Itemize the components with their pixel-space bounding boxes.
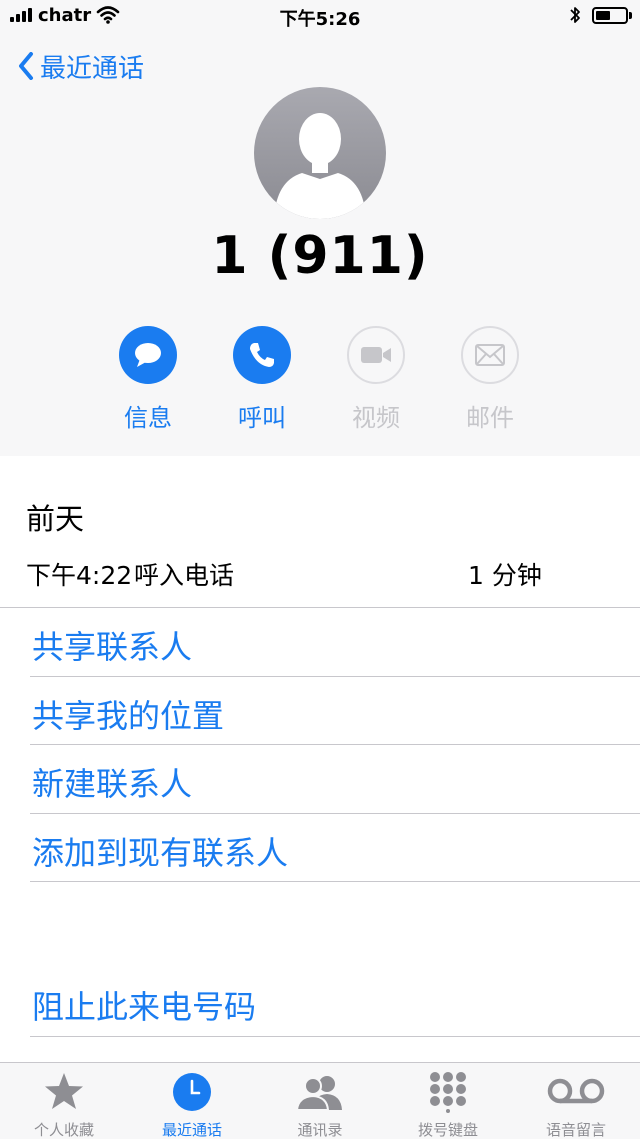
phone-icon [233,326,291,384]
video-icon [347,326,405,384]
contact-number: 1 (911) [211,226,429,286]
call-duration: 1 分钟 [468,561,542,590]
share-contact-label: 共享联系人 [32,628,193,666]
bluetooth-icon [570,7,580,23]
mail-icon [461,326,519,384]
video-action-button[interactable]: 视频 [326,326,426,433]
message-action-button[interactable]: 信息 [98,326,198,433]
tab-contacts-label: 通讯录 [297,1121,343,1139]
call-type: 呼入电话 [134,561,235,590]
star-icon [0,1071,128,1113]
tab-favorites[interactable]: 个人收藏 [0,1063,128,1139]
tab-keypad-label: 拨号键盘 [417,1121,478,1139]
person-silhouette-icon [254,87,386,219]
divider [30,881,640,882]
keypad-icon [384,1071,512,1113]
new-contact-link[interactable]: 新建联系人 [30,745,640,813]
message-action-label: 信息 [124,404,172,432]
message-icon [119,326,177,384]
clock-icon [128,1071,256,1113]
add-to-existing-contact-link[interactable]: 添加到现有联系人 [30,814,640,882]
tab-voicemail[interactable]: 语音留言 [512,1063,640,1139]
back-label: 最近通话 [40,53,145,84]
call-history-row: 下午4:22 呼入电话 1 分钟 [26,556,626,592]
video-action-label: 视频 [352,404,400,432]
voicemail-icon [512,1071,640,1113]
call-action-button[interactable]: 呼叫 [212,326,312,433]
tab-recents[interactable]: 最近通话 [128,1063,256,1139]
back-button[interactable]: 最近通话 [18,46,144,86]
contacts-icon [256,1071,384,1113]
call-date-heading: 前天 [26,502,85,536]
tab-voicemail-label: 语音留言 [545,1121,606,1139]
contact-avatar [254,87,386,219]
tab-keypad[interactable]: 拨号键盘 [384,1063,512,1139]
tab-recents-label: 最近通话 [161,1121,222,1139]
tab-bar: 个人收藏 最近通话 通讯录 拨号键盘 语音留言 [0,1062,640,1139]
mail-action-label: 邮件 [466,404,514,432]
mail-action-button[interactable]: 邮件 [440,326,540,433]
share-location-link[interactable]: 共享我的位置 [30,677,640,745]
block-caller-link[interactable]: 阻止此来电号码 [30,968,640,1036]
divider [30,1036,640,1037]
battery-tip [629,12,632,19]
add-to-existing-contact-label: 添加到现有联系人 [32,834,289,872]
call-action-label: 呼叫 [238,404,286,432]
new-contact-label: 新建联系人 [32,765,193,803]
tab-favorites-label: 个人收藏 [33,1121,94,1139]
call-time: 下午4:22 [26,561,133,590]
block-caller-label: 阻止此来电号码 [32,988,257,1026]
chevron-left-icon [19,52,33,80]
status-bar: chatr 下午5:26 [0,0,640,34]
status-time: 下午5:26 [279,9,361,30]
share-location-label: 共享我的位置 [32,697,225,735]
battery-icon [592,7,628,24]
share-contact-link[interactable]: 共享联系人 [30,608,640,676]
tab-contacts[interactable]: 通讯录 [256,1063,384,1139]
